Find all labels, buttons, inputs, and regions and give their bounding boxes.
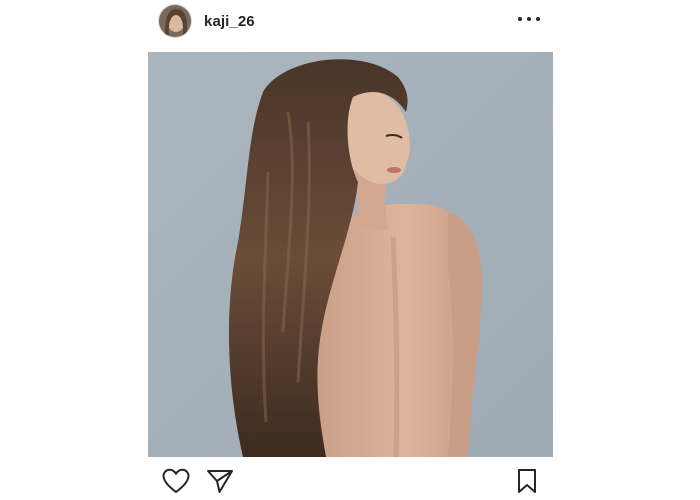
paper-plane-icon[interactable] (206, 468, 234, 494)
post-photo[interactable] (148, 52, 553, 457)
heart-outline-icon[interactable] (162, 468, 190, 494)
bookmark-outline-icon[interactable] (516, 468, 538, 494)
post-actions (160, 468, 550, 498)
instagram-post: kaji_26 (0, 0, 700, 500)
post-header: kaji_26 (158, 4, 550, 40)
avatar[interactable] (158, 4, 192, 38)
more-options-icon[interactable] (518, 12, 540, 26)
username[interactable]: kaji_26 (204, 13, 255, 30)
